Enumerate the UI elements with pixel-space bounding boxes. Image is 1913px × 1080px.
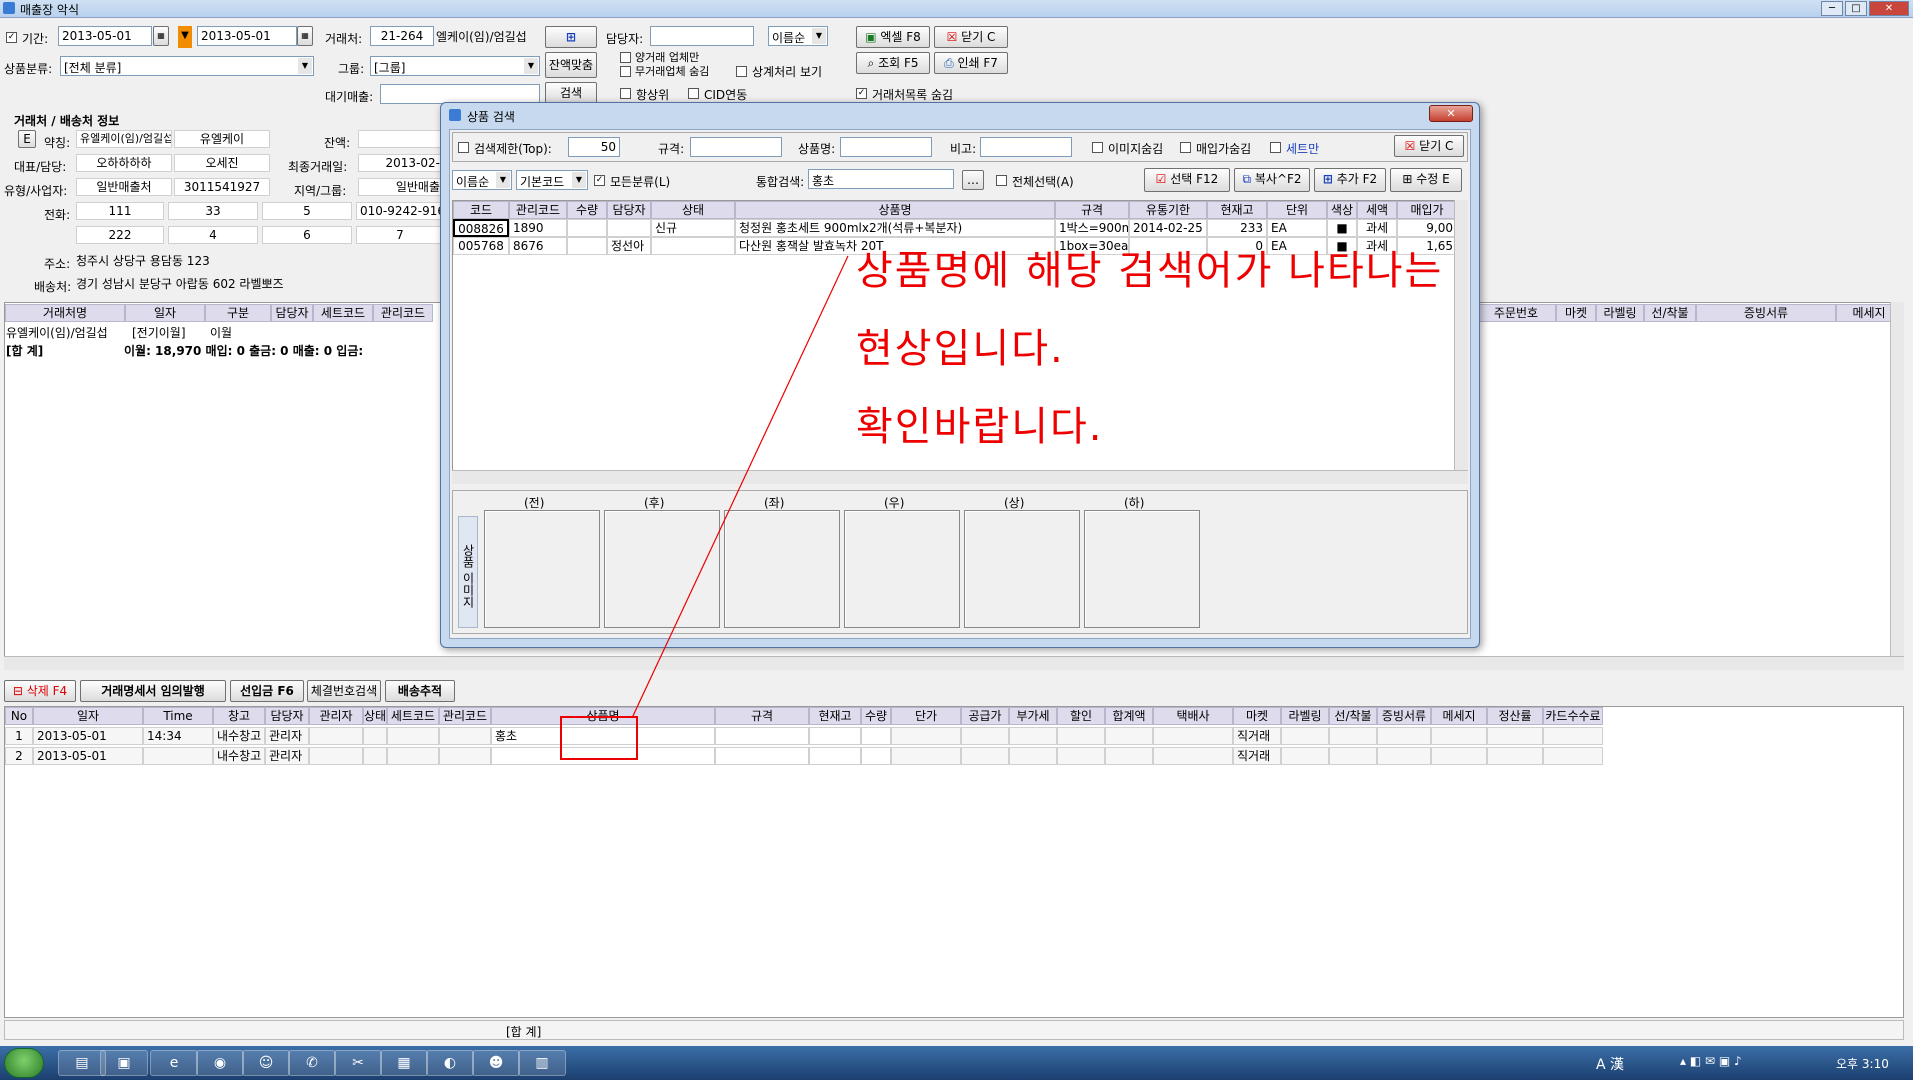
chat-icon[interactable]: ✆ (288, 1050, 336, 1076)
annotation-line-3: 확인바랍니다. (856, 404, 1104, 450)
annotation-line-2: 현상입니다. (856, 326, 1065, 372)
start-button[interactable] (4, 1048, 44, 1078)
annotation-line (631, 255, 849, 719)
annotation-arrow (631, 255, 849, 719)
app2-icon[interactable]: ☻ (472, 1050, 520, 1076)
messenger-icon[interactable]: ☺ (242, 1050, 290, 1076)
folder-icon[interactable]: ▤ (58, 1050, 106, 1076)
tool-icon[interactable]: ✂ (334, 1050, 382, 1076)
app3-icon[interactable]: ▥ (518, 1050, 566, 1076)
calendar-icon[interactable]: ▦ (380, 1050, 428, 1076)
annotation-line-1: 상품명에 해당 검색어가 나타나는 (856, 248, 1444, 294)
clock: 오후 3:10 (1836, 1057, 1889, 1071)
ime-indicator[interactable]: A 漢 (1596, 1054, 1624, 1074)
taskbar: ▤ ▣ e ◉ ☺ ✆ ✂ ▦ ◐ ☻ ▥ A 漢 ▴ ◧ ✉ ▣ ♪ 오후 3… (0, 1046, 1913, 1080)
app-icon[interactable]: ▣ (100, 1050, 148, 1076)
tray-icons[interactable]: ▴ ◧ ✉ ▣ ♪ (1680, 1054, 1742, 1068)
firefox-icon[interactable]: ◐ (426, 1050, 474, 1076)
browser-icon[interactable]: e (150, 1050, 198, 1076)
chrome-icon[interactable]: ◉ (196, 1050, 244, 1076)
